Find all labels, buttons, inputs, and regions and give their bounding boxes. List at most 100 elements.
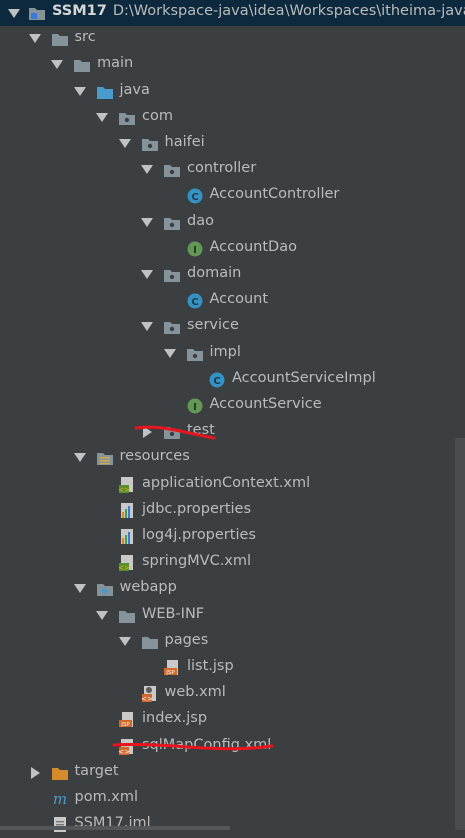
- tree-row[interactable]: src: [0, 26, 465, 52]
- tree-item-label: log4j.properties: [142, 527, 256, 543]
- web-xml-icon: <>: [141, 685, 159, 703]
- module-folder-icon: [28, 4, 46, 22]
- tree-row[interactable]: JSP index.jsp: [0, 707, 465, 733]
- tree-row[interactable]: webapp: [0, 576, 465, 602]
- source-folder-icon: [96, 83, 114, 101]
- svg-text:C: C: [191, 297, 198, 308]
- tree-row[interactable]: JSP list.jsp: [0, 655, 465, 681]
- tree-item-label: target: [74, 763, 119, 779]
- tree-item-label: pages: [164, 632, 209, 648]
- tree-item-label: sqlMapConfig.xml: [142, 737, 272, 753]
- tree-item-label: AccountDao: [209, 239, 297, 255]
- expand-arrow-icon[interactable]: [73, 87, 86, 96]
- spring-xml-icon: <>: [118, 476, 136, 494]
- tree-item-label: test: [187, 422, 215, 438]
- svg-text:C: C: [191, 192, 198, 203]
- tree-row[interactable]: C AccountController: [0, 183, 465, 209]
- package-icon: [163, 318, 181, 336]
- tree-row[interactable]: service: [0, 314, 465, 340]
- tree-row[interactable]: controller: [0, 157, 465, 183]
- tree-row[interactable]: I AccountService: [0, 393, 465, 419]
- folder-icon: [73, 56, 91, 74]
- tree-row[interactable]: pages: [0, 629, 465, 655]
- expand-arrow-icon[interactable]: [118, 637, 131, 646]
- tree-item-label: controller: [187, 160, 257, 176]
- properties-icon: [118, 528, 136, 546]
- tree-row[interactable]: test: [0, 419, 465, 445]
- collapsed-arrow-icon[interactable]: [143, 426, 152, 438]
- tree-row[interactable]: haifei: [0, 131, 465, 157]
- expand-arrow-icon[interactable]: [118, 139, 131, 148]
- tree-row[interactable]: C Account: [0, 288, 465, 314]
- project-tree: SSM17 D:\Workspace-java\idea\Workspaces\i…: [0, 0, 465, 832]
- iml-icon: [51, 816, 69, 834]
- tree-row[interactable]: SSM17.iml: [0, 812, 465, 838]
- vertical-scrollbar[interactable]: [455, 438, 465, 830]
- tree-item-label: Account: [209, 291, 269, 307]
- class-icon: C: [186, 292, 204, 310]
- expand-arrow-icon[interactable]: [141, 322, 153, 331]
- tree-item-label: main: [97, 55, 134, 71]
- interface-icon: I: [186, 397, 204, 415]
- expand-arrow-icon[interactable]: [141, 270, 153, 279]
- tree-row[interactable]: resources: [0, 445, 465, 471]
- tree-row[interactable]: <> sqlMapConfig.xml: [0, 734, 465, 760]
- expand-arrow-icon[interactable]: [28, 34, 41, 43]
- tree-row[interactable]: I AccountDao: [0, 236, 465, 262]
- expand-arrow-icon[interactable]: [96, 611, 108, 620]
- expand-arrow-icon[interactable]: [51, 60, 63, 69]
- tree-row[interactable]: <> applicationContext.xml: [0, 472, 465, 498]
- expand-arrow-icon[interactable]: [141, 218, 153, 227]
- tree-row[interactable]: log4j.properties: [0, 524, 465, 550]
- tree-item-label: resources: [119, 448, 190, 464]
- expand-arrow-icon[interactable]: [141, 165, 153, 174]
- svg-text:<>: <>: [141, 695, 153, 703]
- tree-item-label: java: [119, 82, 150, 98]
- tree-row[interactable]: main: [0, 52, 465, 78]
- tree-item-label: AccountController: [209, 186, 340, 202]
- tree-item-label: haifei: [164, 134, 205, 150]
- web-folder-icon: [96, 580, 114, 598]
- horizontal-scrollbar[interactable]: [0, 826, 230, 830]
- tree-row[interactable]: jdbc.properties: [0, 498, 465, 524]
- properties-icon: [118, 502, 136, 520]
- tree-row[interactable]: com: [0, 105, 465, 131]
- module-path: D:\Workspace-java\idea\Workspaces\itheim…: [112, 3, 465, 19]
- tree-row[interactable]: java: [0, 79, 465, 105]
- svg-text:m: m: [52, 790, 66, 808]
- package-icon: [186, 345, 204, 363]
- tree-item-label: web.xml: [164, 684, 226, 700]
- tree-item-label: applicationContext.xml: [142, 475, 311, 491]
- expand-arrow-icon[interactable]: [73, 453, 86, 462]
- tree-row[interactable]: <> web.xml: [0, 681, 465, 707]
- tree-row[interactable]: impl: [0, 341, 465, 367]
- tree-root-row[interactable]: SSM17 D:\Workspace-java\idea\Workspaces\i…: [0, 0, 465, 26]
- tree-row[interactable]: domain: [0, 262, 465, 288]
- svg-text:<>: <>: [118, 564, 130, 572]
- svg-text:C: C: [213, 376, 220, 387]
- collapsed-arrow-icon[interactable]: [30, 767, 40, 779]
- expand-arrow-icon[interactable]: [163, 349, 176, 358]
- tree-item-label: WEB-INF: [142, 606, 205, 622]
- expand-arrow-icon[interactable]: [73, 584, 86, 593]
- tree-row[interactable]: WEB-INF: [0, 603, 465, 629]
- svg-text:I: I: [193, 402, 197, 413]
- tree-row[interactable]: <> springMVC.xml: [0, 550, 465, 576]
- module-name: SSM17: [52, 3, 107, 19]
- xml-icon: <>: [118, 738, 136, 756]
- tree-item-label: dao: [187, 213, 214, 229]
- tree-item-label: impl: [209, 344, 241, 360]
- tree-row[interactable]: C AccountServiceImpl: [0, 367, 465, 393]
- tree-row[interactable]: target: [0, 760, 465, 786]
- svg-text:JSP: JSP: [165, 670, 175, 676]
- expand-arrow-icon[interactable]: [8, 9, 20, 18]
- target-folder-icon: [51, 764, 69, 782]
- jsp-icon: JSP: [118, 711, 136, 729]
- tree-row[interactable]: dao: [0, 210, 465, 236]
- tree-item-label: webapp: [119, 579, 177, 595]
- folder-icon: [51, 30, 69, 48]
- expand-arrow-icon[interactable]: [96, 113, 108, 122]
- tree-item-label: index.jsp: [142, 710, 208, 726]
- tree-row[interactable]: m pom.xml: [0, 786, 465, 812]
- class-icon: C: [208, 371, 226, 389]
